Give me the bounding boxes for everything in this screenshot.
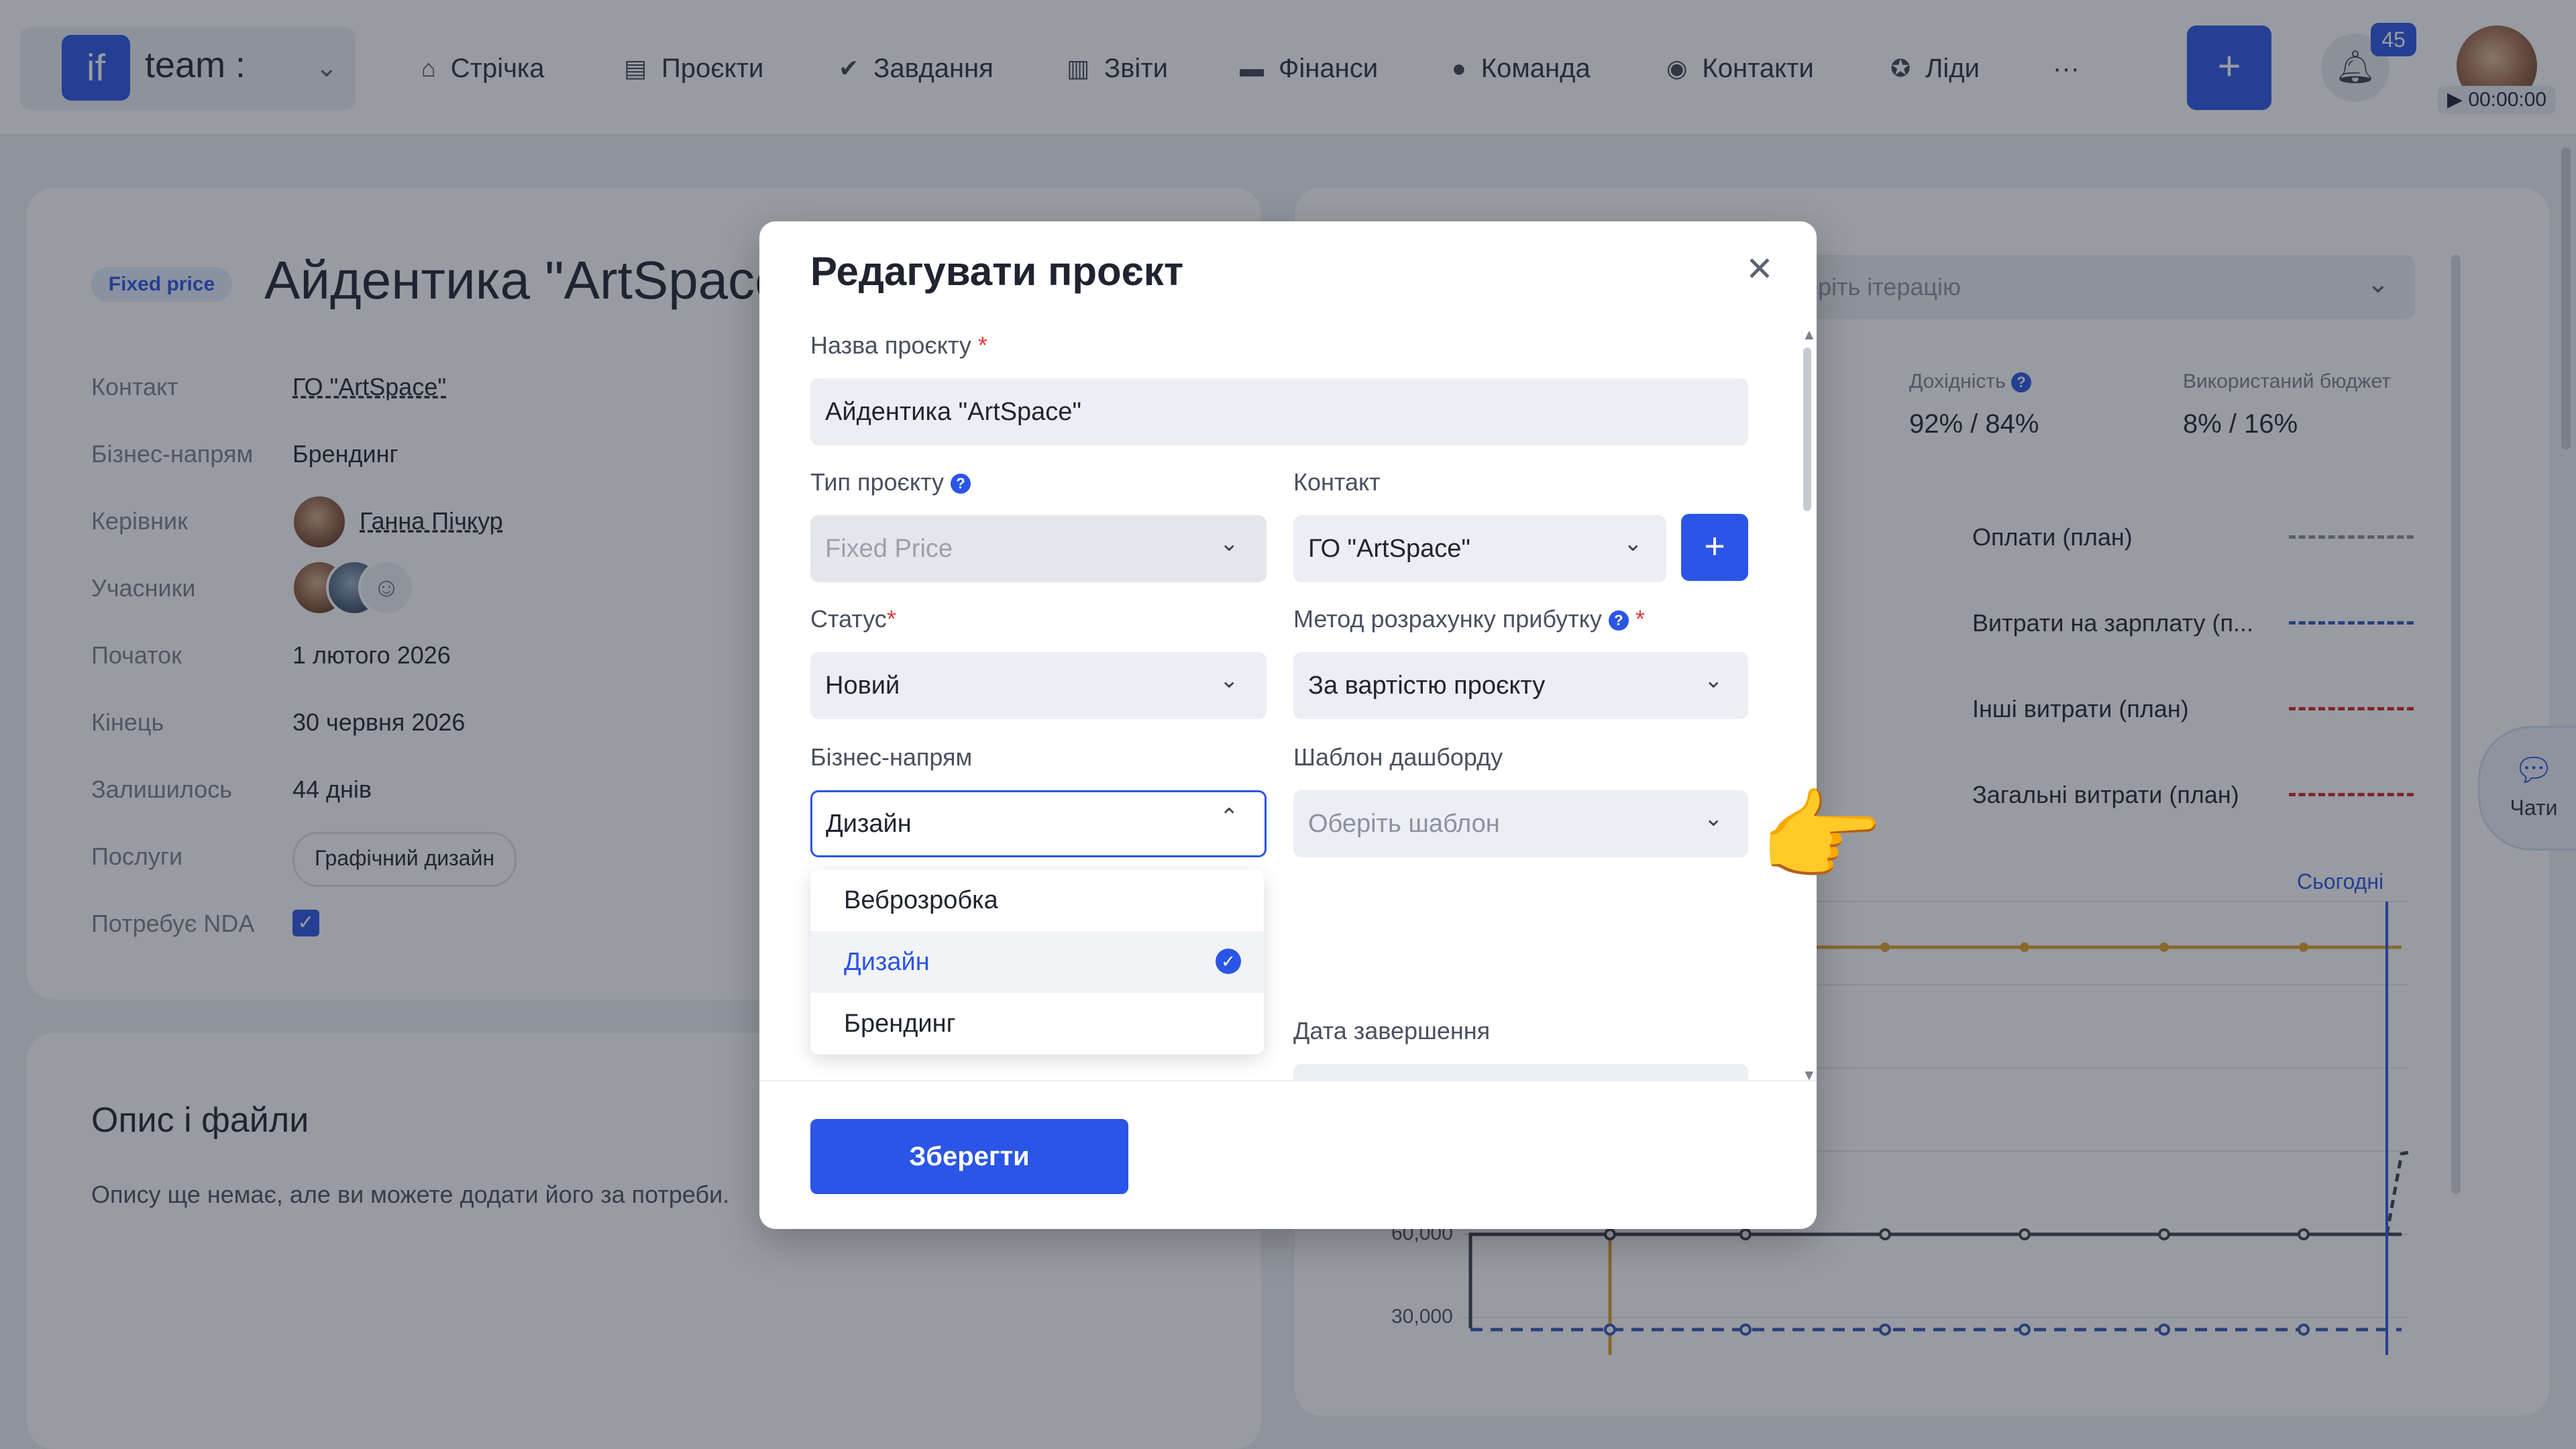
dropdown-option-selected[interactable]: Дизайн: [810, 931, 1264, 993]
dropdown-option[interactable]: Брендинг: [810, 993, 1264, 1055]
direction-label: Бізнес-напрям: [810, 743, 973, 771]
chevron-down-icon[interactable]: ⌄: [1704, 805, 1723, 832]
help-icon[interactable]: ?: [1608, 610, 1629, 631]
type-label: Тип проєкту ?: [810, 468, 971, 496]
project-type-select: Fixed Price: [810, 515, 1267, 582]
pointing-hand-icon: 👈: [1762, 780, 1887, 893]
contact-label: Контакт: [1293, 468, 1381, 496]
type-label-text: Тип проєкту: [810, 468, 944, 496]
chevron-up-icon[interactable]: ⌃: [1220, 804, 1239, 830]
status-label: Статус*: [810, 605, 896, 633]
status-select[interactable]: Новий: [810, 652, 1267, 719]
required-mark: *: [977, 331, 987, 359]
required-mark: *: [1635, 605, 1645, 633]
help-icon[interactable]: ?: [950, 474, 971, 494]
business-direction-select[interactable]: Дизайн: [810, 790, 1267, 857]
dashboard-template-label: Шаблон дашборду: [1293, 743, 1503, 771]
dropdown-option[interactable]: Веброзробка: [810, 869, 1264, 931]
chevron-down-icon[interactable]: ⌄: [1220, 667, 1239, 694]
chevron-down-icon[interactable]: ⌄: [1623, 530, 1643, 557]
profit-method-label: Метод розрахунку прибутку ? *: [1293, 605, 1645, 633]
required-mark: *: [886, 605, 896, 633]
check-icon: ✓: [1216, 949, 1241, 974]
status-label-text: Статус: [810, 605, 887, 633]
end-date-label: Дата завершення: [1293, 1017, 1491, 1044]
modal-scrollbar[interactable]: [1803, 347, 1811, 511]
chevron-down-icon: ⌄: [1220, 531, 1239, 556]
profit-method-label-text: Метод розрахунку прибутку: [1293, 605, 1602, 633]
dashboard-template-select[interactable]: Оберіть шаблон: [1293, 790, 1748, 857]
project-name-input[interactable]: Айдентика "ArtSpace": [810, 378, 1748, 445]
save-button[interactable]: Зберегти: [810, 1119, 1128, 1194]
profit-method-select[interactable]: За вартістю проєкту: [1293, 652, 1748, 719]
chevron-down-icon[interactable]: ⌄: [1704, 667, 1723, 694]
close-icon[interactable]: ✕: [1746, 250, 1774, 288]
name-label-text: Назва проєкту: [810, 331, 971, 359]
modal-title: Редагувати проєкт: [810, 249, 1184, 294]
add-contact-button[interactable]: +: [1681, 514, 1748, 581]
scroll-up-arrow[interactable]: ▲: [1802, 326, 1817, 343]
contact-select[interactable]: ГО "ArtSpace": [1293, 515, 1666, 582]
name-label: Назва проєкту *: [810, 331, 987, 360]
